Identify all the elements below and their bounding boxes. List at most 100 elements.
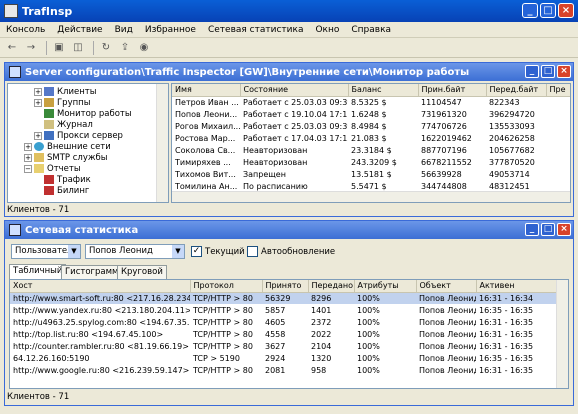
child-maximize-button[interactable]: □ — [541, 65, 555, 78]
tree-item-proxy[interactable]: + Прокси сервер — [12, 130, 168, 141]
cell: 2081 — [265, 365, 286, 375]
menu-net-stats[interactable]: Сетевая статистика — [202, 25, 309, 35]
autorefresh-checkbox[interactable] — [247, 246, 258, 257]
col-extra[interactable]: Пре — [546, 84, 570, 97]
child-close-button[interactable]: × — [557, 65, 571, 78]
export-icon[interactable]: ⇪ — [117, 41, 133, 55]
table-row[interactable]: Петров Иван ... Работает с 25.03.03 09:39… — [172, 96, 570, 108]
tree-item-billing[interactable]: Билинг — [12, 185, 168, 196]
child-minimize-button[interactable]: _ — [525, 65, 539, 78]
back-arrow-icon[interactable]: ← — [4, 41, 20, 55]
expand-icon[interactable]: + — [34, 87, 42, 96]
tree-item-groups[interactable]: + Группы — [12, 97, 168, 108]
col-active[interactable]: Активен — [476, 280, 559, 293]
close-button[interactable]: × — [558, 3, 574, 18]
collapse-icon[interactable]: − — [24, 164, 32, 173]
cell: 5857 — [265, 305, 286, 315]
filter-user-select[interactable]: Попов Леонид ▼ — [85, 244, 185, 259]
cell: 100% — [357, 353, 380, 363]
table-row[interactable]: Тимиряхев ... Неавторизован 243.3209 $ 6678… — [172, 156, 570, 168]
properties-icon[interactable]: ◫ — [70, 41, 86, 55]
tab-pie[interactable]: Круговой — [117, 265, 167, 279]
col-attributes[interactable]: Атрибуты — [354, 280, 417, 293]
tree-item-journal[interactable]: Журнал — [12, 119, 168, 130]
table-row[interactable]: http://www.smart-soft.ru:80 <217.16.28.2… — [10, 292, 558, 304]
maximize-button[interactable]: □ — [540, 3, 556, 18]
cell: Неавторизован — [243, 157, 308, 167]
menu-view[interactable]: Вид — [109, 25, 139, 35]
cell: TCP/HTTP > 80 — [193, 317, 253, 327]
table-row[interactable]: Соколова Св... Неавторизован 23.3184 $ 8877… — [172, 144, 570, 156]
tree-item-external[interactable]: + Внешние сети — [12, 141, 168, 152]
col-sent[interactable]: Передано — [308, 280, 355, 293]
table-row[interactable]: http://www.google.ru:80 <216.239.59.147>… — [10, 364, 558, 376]
tree-item-label: Клиенты — [57, 86, 97, 97]
cell: Работает с 17.04.03 17:12 — [243, 133, 348, 143]
cell: http://www.google.ru:80 <216.239.59.147> — [13, 365, 190, 375]
cell: 16:31 - 16:35 — [479, 329, 534, 339]
col-host[interactable]: Хост — [10, 280, 191, 293]
table-row[interactable]: Тихомов Вит... Запрещен 13.5181 $ 56639928 4… — [172, 168, 570, 180]
menu-window[interactable]: Окно — [309, 25, 345, 35]
table-row[interactable]: http://counter.rambler.ru:80 <81.19.66.1… — [10, 340, 558, 352]
tree-item-smtp[interactable]: + SMTP службы — [12, 152, 168, 163]
menu-action[interactable]: Действие — [51, 25, 108, 35]
table-row[interactable]: http://www.yandex.ru:80 <213.180.204.11>… — [10, 304, 558, 316]
table-row[interactable]: 64.12.26.160:5190 TCP > 5190 2924 1320 100% П… — [10, 352, 558, 364]
table-row[interactable]: http://top.list.ru:80 <194.67.45.100> TCP… — [10, 328, 558, 340]
expand-icon[interactable]: + — [24, 142, 32, 151]
cell: 13.5181 $ — [351, 169, 392, 179]
col-state[interactable]: Состояние — [240, 84, 349, 97]
grid-hscrollbar[interactable] — [172, 191, 570, 202]
cell: 16:31 - 16:35 — [479, 317, 534, 327]
child-close-button[interactable]: × — [557, 223, 571, 236]
console-tree-icon[interactable]: ▣ — [51, 41, 67, 55]
tab-table[interactable]: Табличный — [9, 264, 67, 279]
current-label: Текущий — [205, 247, 245, 257]
refresh-icon[interactable]: ↻ — [98, 41, 114, 55]
expand-icon[interactable]: + — [24, 153, 32, 162]
tree-item-monitor[interactable]: Монитор работы — [12, 108, 168, 119]
table-row[interactable]: Попов Леони... Работает с 19.10.04 17:17 1… — [172, 108, 570, 120]
monitor-icon — [44, 109, 54, 118]
cell: 958 — [311, 365, 327, 375]
chevron-down-icon[interactable]: ▼ — [68, 245, 80, 258]
menu-help[interactable]: Справка — [345, 25, 397, 35]
tree-scrollbar[interactable] — [156, 84, 168, 202]
expand-icon[interactable]: + — [34, 131, 42, 140]
chevron-down-icon[interactable]: ▼ — [172, 245, 184, 258]
menu-console[interactable]: Консоль — [0, 25, 51, 35]
table-row[interactable]: http://u4963.25.spylog.com:80 <194.67.35… — [10, 316, 558, 328]
globe-icon — [34, 142, 44, 151]
chart-icon — [44, 186, 54, 195]
col-sent[interactable]: Перед.байт — [486, 84, 547, 97]
tree-item-clients[interactable]: + Клиенты — [12, 86, 168, 97]
menu-favorites[interactable]: Избранное — [139, 25, 202, 35]
cell: 16:31 - 16:35 — [479, 365, 534, 375]
tree-item-label: Журнал — [57, 119, 93, 130]
expand-icon[interactable]: + — [34, 98, 42, 107]
table-row[interactable]: Ростова Мар... Работает с 17.04.03 17:12 2… — [172, 132, 570, 144]
child-maximize-button[interactable]: □ — [541, 223, 555, 236]
tree-item-traffic[interactable]: Трафик — [12, 174, 168, 185]
cell: 16:35 - 16:35 — [479, 305, 534, 315]
monitor-window-title: Server configuration\Traffic Inspector [… — [25, 66, 470, 78]
forward-arrow-icon[interactable]: → — [23, 41, 39, 55]
connect-icon[interactable]: ◉ — [136, 41, 152, 55]
cell: 56639928 — [421, 169, 462, 179]
col-protocol[interactable]: Протокол — [190, 280, 263, 293]
table-row[interactable]: Рогов Михаил... Работает с 25.03.03 09:39… — [172, 120, 570, 132]
child-minimize-button[interactable]: _ — [525, 223, 539, 236]
col-balance[interactable]: Баланс — [348, 84, 419, 97]
col-received[interactable]: Принято — [262, 280, 309, 293]
col-name[interactable]: Имя — [172, 84, 241, 97]
grid-vscrollbar[interactable] — [556, 280, 568, 388]
minimize-button[interactable]: _ — [522, 3, 538, 18]
col-object[interactable]: Объект — [416, 280, 477, 293]
tree-item-reports[interactable]: − Отчеты — [12, 163, 168, 174]
cell: Тихомов Вит... — [175, 169, 236, 179]
filter-type-select[interactable]: Пользователи ▼ — [11, 244, 81, 259]
cell: 243.3209 $ — [351, 157, 397, 167]
current-checkbox[interactable]: ✓ — [191, 246, 202, 257]
col-received[interactable]: Прин.байт — [418, 84, 487, 97]
